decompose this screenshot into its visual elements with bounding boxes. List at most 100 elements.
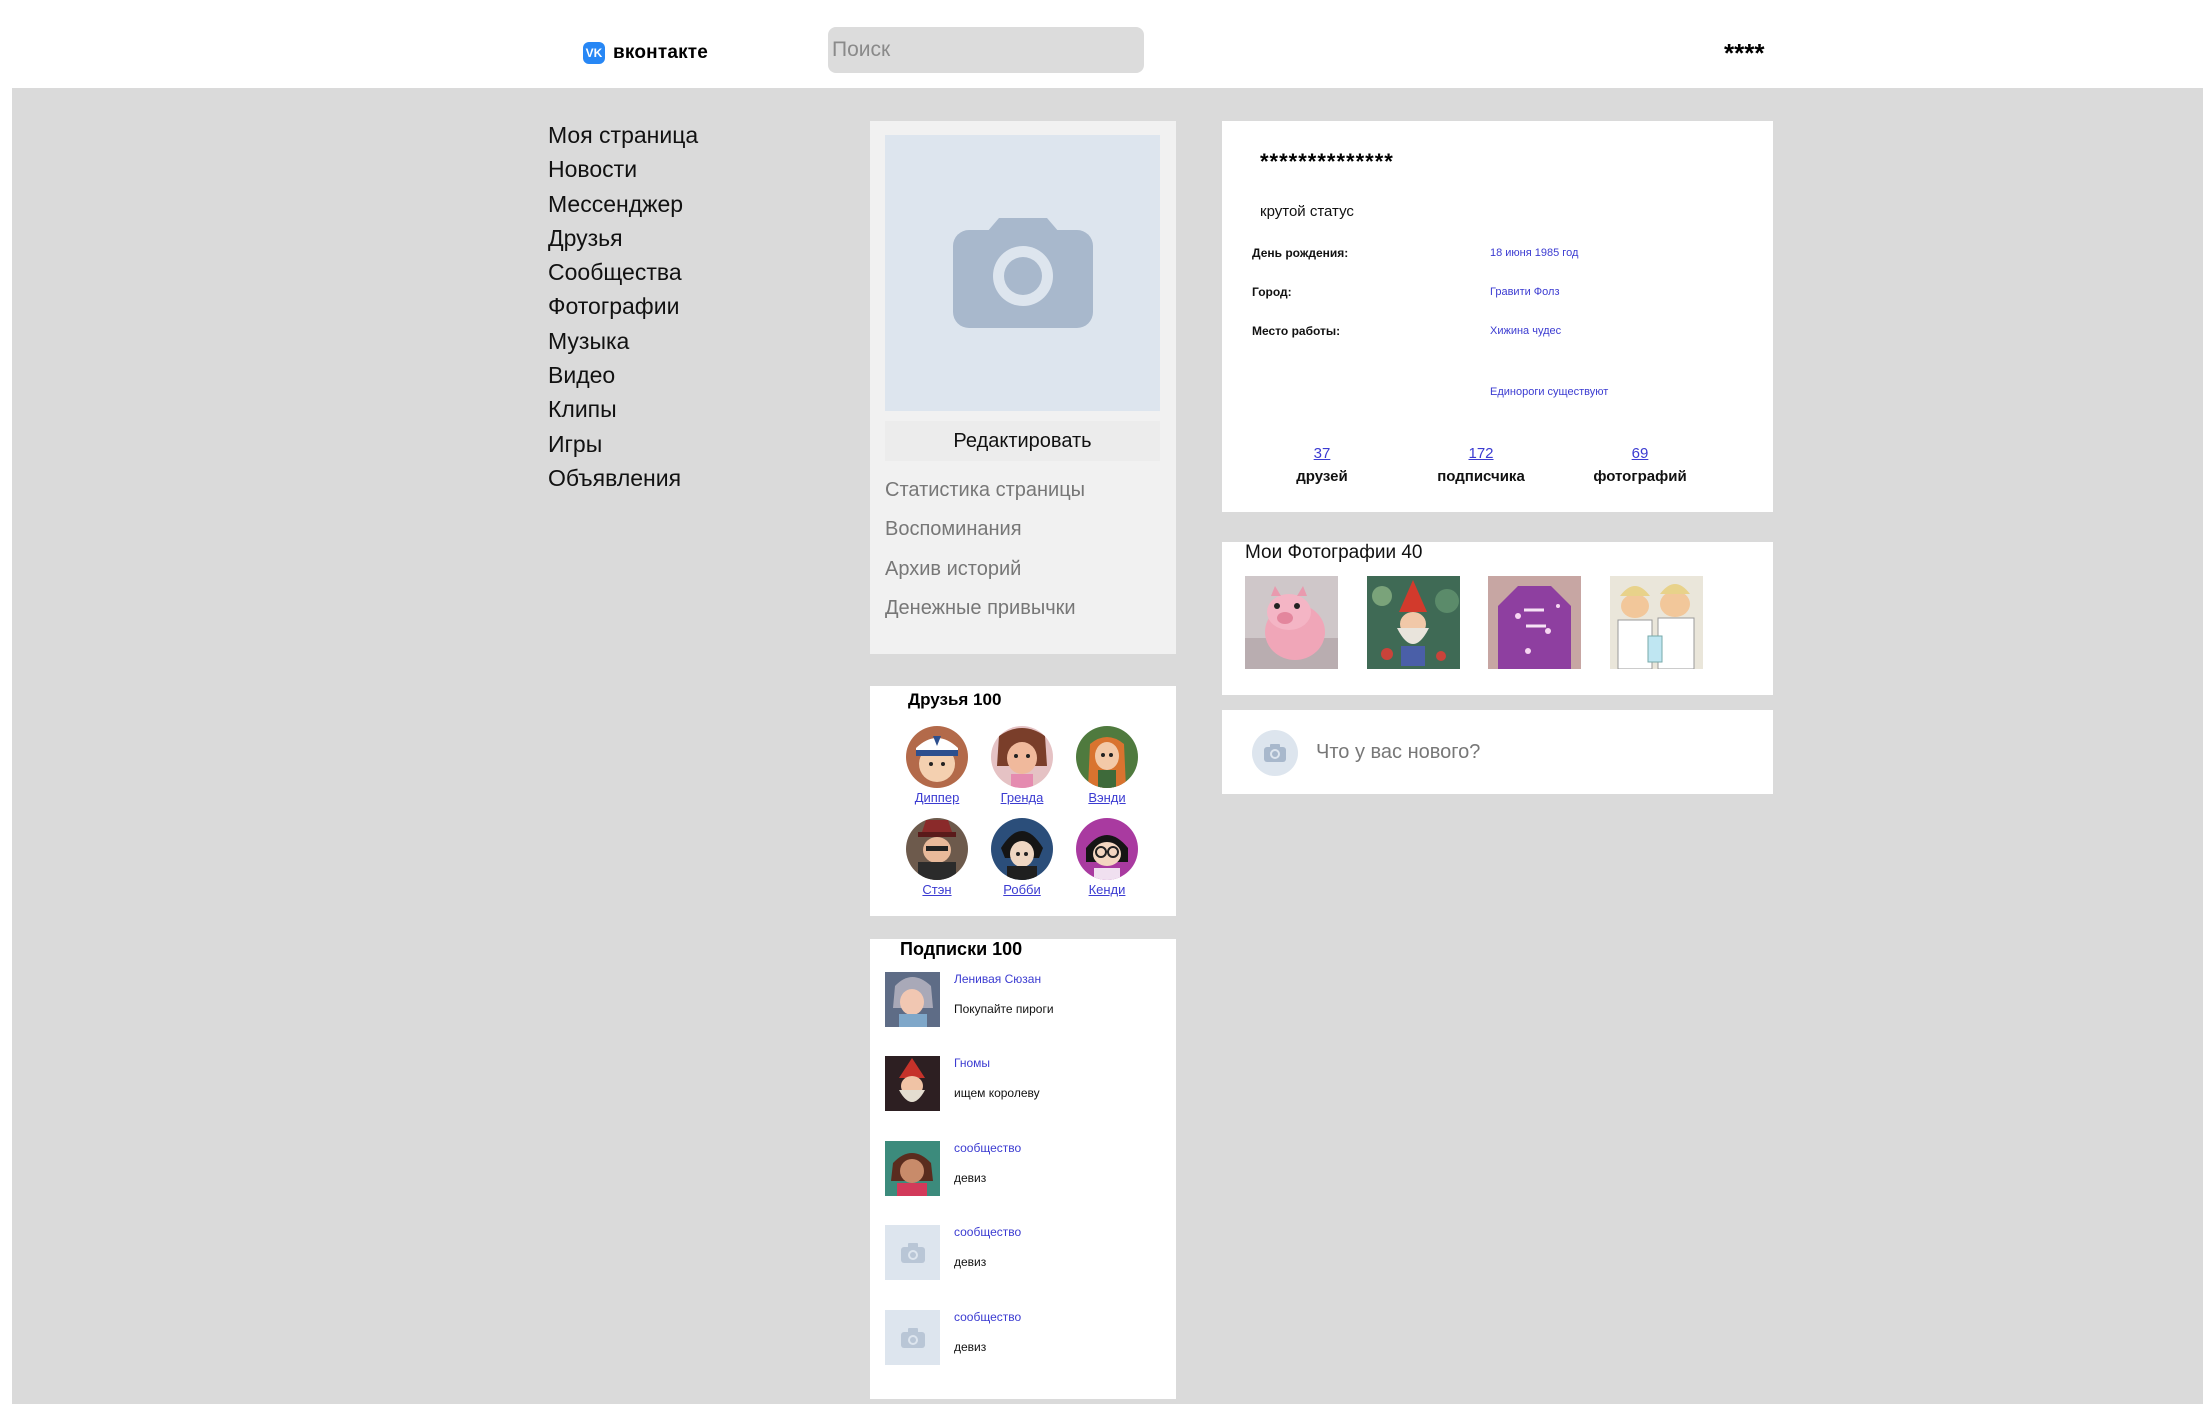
friend-avatar bbox=[991, 726, 1053, 788]
subscription-avatar bbox=[885, 1225, 940, 1280]
subscription-avatar bbox=[885, 1141, 940, 1196]
subscription-desc: девиз bbox=[954, 1255, 987, 1269]
pig-image bbox=[1245, 576, 1338, 669]
photo-thumbnail[interactable] bbox=[1488, 576, 1581, 669]
candy-avatar bbox=[1076, 818, 1138, 880]
new-post-input[interactable] bbox=[1316, 732, 1746, 772]
workplace-value[interactable]: Хижина чудес bbox=[1490, 325, 1561, 337]
photo-thumbnail[interactable] bbox=[1367, 576, 1460, 669]
subscription-item[interactable]: сообщество девиз bbox=[885, 1225, 1165, 1281]
city-label: Город: bbox=[1252, 285, 1292, 299]
photo-thumbnail[interactable] bbox=[1245, 576, 1338, 669]
subscription-avatar bbox=[885, 972, 940, 1027]
subscription-name[interactable]: Гномы bbox=[954, 1056, 990, 1070]
profile-status[interactable]: крутой статус bbox=[1260, 203, 1354, 220]
photos-title[interactable]: Мои Фотографии 40 bbox=[1245, 542, 1423, 564]
post-avatar bbox=[1252, 730, 1298, 776]
subscription-item[interactable]: сообщество девиз bbox=[885, 1310, 1165, 1366]
friend-avatar bbox=[906, 818, 968, 880]
followers-stat[interactable]: 172 подписчика bbox=[1421, 445, 1541, 485]
photos-count[interactable]: 69 bbox=[1580, 445, 1700, 462]
camera-icon bbox=[952, 218, 1093, 328]
memories-link[interactable]: Воспоминания bbox=[885, 518, 1022, 541]
grenda-avatar bbox=[991, 726, 1053, 788]
nav-item-communities[interactable]: Сообщества bbox=[548, 255, 698, 289]
subscription-desc: Покупайте пироги bbox=[954, 1002, 1054, 1016]
subscriptions-title[interactable]: Подписки 100 bbox=[900, 939, 1022, 960]
profile-info-card: ************** крутой статус День рожден… bbox=[1222, 121, 1773, 512]
friend-item[interactable]: Диппер bbox=[892, 726, 982, 805]
workplace-label: Место работы: bbox=[1252, 324, 1341, 338]
nav-item-friends[interactable]: Друзья bbox=[548, 221, 698, 255]
search-input[interactable] bbox=[828, 27, 1144, 73]
new-post-card bbox=[1222, 710, 1773, 794]
robbie-avatar bbox=[991, 818, 1053, 880]
susan-avatar bbox=[885, 972, 940, 1027]
friend-item[interactable]: Робби bbox=[977, 818, 1067, 897]
nav-item-messenger[interactable]: Мессенджер bbox=[548, 187, 698, 221]
subscription-item[interactable]: Ленивая Сюзан Покупайте пироги bbox=[885, 972, 1165, 1028]
subscription-avatar bbox=[885, 1056, 940, 1111]
subscription-name[interactable]: сообщество bbox=[954, 1225, 1021, 1239]
friend-name[interactable]: Робби bbox=[977, 882, 1067, 897]
nav-item-music[interactable]: Музыка bbox=[548, 324, 698, 358]
photo-thumbnail[interactable] bbox=[1610, 576, 1703, 669]
page-statistics-link[interactable]: Статистика страницы bbox=[885, 479, 1085, 502]
nav-item-games[interactable]: Игры bbox=[548, 427, 698, 461]
stories-archive-link[interactable]: Архив историй bbox=[885, 558, 1021, 581]
subscription-name[interactable]: сообщество bbox=[954, 1310, 1021, 1324]
friend-name[interactable]: Вэнди bbox=[1062, 790, 1152, 805]
friend-item[interactable]: Гренда bbox=[977, 726, 1067, 805]
friend-avatar bbox=[1076, 818, 1138, 880]
subscription-avatar bbox=[885, 1310, 940, 1365]
vk-logo-icon: VK bbox=[583, 42, 605, 64]
subscription-item[interactable]: сообщество девиз bbox=[885, 1141, 1165, 1197]
nav-item-video[interactable]: Видео bbox=[548, 358, 698, 392]
camera-icon bbox=[900, 1327, 925, 1348]
sweater-image bbox=[1488, 576, 1581, 669]
friend-name[interactable]: Диппер bbox=[892, 790, 982, 805]
subscription-desc: девиз bbox=[954, 1171, 987, 1185]
scientists-image bbox=[1610, 576, 1703, 669]
logo[interactable]: VK вконтакте bbox=[583, 42, 708, 64]
money-habits-link[interactable]: Денежные привычки bbox=[885, 597, 1076, 620]
community-avatar bbox=[885, 1141, 940, 1196]
friend-item[interactable]: Стэн bbox=[892, 818, 982, 897]
friend-avatar bbox=[906, 726, 968, 788]
user-menu[interactable]: **** bbox=[1724, 38, 1764, 69]
friends-stat[interactable]: 37 друзей bbox=[1262, 445, 1382, 485]
friends-count[interactable]: 37 bbox=[1262, 445, 1382, 462]
followers-stat-label: подписчика bbox=[1437, 468, 1525, 485]
photos-stat[interactable]: 69 фотографий bbox=[1580, 445, 1700, 485]
logo-text: вконтакте bbox=[613, 42, 709, 63]
city-value[interactable]: Гравити Фолз bbox=[1490, 286, 1560, 298]
stan-avatar bbox=[906, 818, 968, 880]
friend-name[interactable]: Стэн bbox=[892, 882, 982, 897]
profile-name: ************** bbox=[1260, 149, 1394, 174]
nav-item-news[interactable]: Новости bbox=[548, 152, 698, 186]
nav-item-my-page[interactable]: Моя страница bbox=[548, 118, 698, 152]
subscription-item[interactable]: Гномы ищем королеву bbox=[885, 1056, 1165, 1112]
followers-count[interactable]: 172 bbox=[1421, 445, 1541, 462]
friend-item[interactable]: Кенди bbox=[1062, 818, 1152, 897]
friends-card: Друзья 100 Диппер Гренда Вэнди Стэн Робб… bbox=[870, 686, 1176, 916]
gnomes-avatar bbox=[885, 1056, 940, 1111]
edit-profile-button[interactable]: Редактировать bbox=[885, 421, 1160, 461]
nav-item-ads[interactable]: Объявления bbox=[548, 461, 698, 495]
friend-item[interactable]: Вэнди bbox=[1062, 726, 1152, 805]
friend-name[interactable]: Кенди bbox=[1062, 882, 1152, 897]
birthday-label: День рождения: bbox=[1252, 246, 1349, 260]
nav-item-photos[interactable]: Фотографии bbox=[548, 289, 698, 323]
gnome-image bbox=[1367, 576, 1460, 669]
subscription-name[interactable]: Ленивая Сюзан bbox=[954, 972, 1041, 986]
top-header: VK вконтакте **** bbox=[0, 0, 2203, 88]
nav-item-clips[interactable]: Клипы bbox=[548, 392, 698, 426]
subscription-desc: ищем королеву bbox=[954, 1086, 1040, 1100]
birthday-value[interactable]: 18 июня 1985 год bbox=[1490, 247, 1578, 259]
my-photos-card: Мои Фотографии 40 bbox=[1222, 542, 1773, 695]
extra-info-link[interactable]: Единороги существуют bbox=[1490, 386, 1608, 398]
subscription-name[interactable]: сообщество bbox=[954, 1141, 1021, 1155]
friends-title[interactable]: Друзья 100 bbox=[908, 690, 1001, 710]
friend-name[interactable]: Гренда bbox=[977, 790, 1067, 805]
profile-avatar[interactable] bbox=[885, 135, 1160, 411]
